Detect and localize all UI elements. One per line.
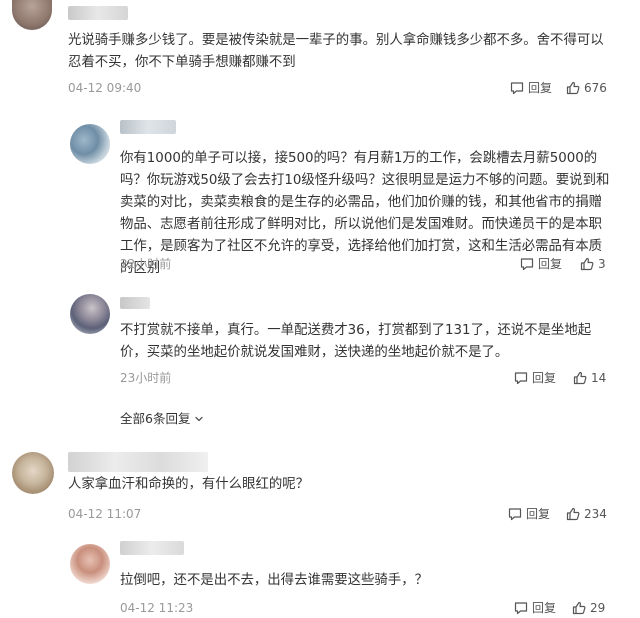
comment-text: 光说骑手赚多少钱了。要是被传染就是一辈子的事。别人拿命赚钱多少都不多。舍不得可以…: [68, 33, 604, 70]
all-replies-label: 全部6条回复: [120, 411, 191, 426]
avatar[interactable]: [12, 0, 52, 30]
like-count: 676: [584, 81, 607, 95]
username-blurred[interactable]: [68, 6, 128, 20]
reply-time: 04-12 11:23: [120, 601, 194, 615]
username-blurred[interactable]: [120, 541, 184, 555]
like-count: 3: [598, 257, 606, 271]
avatar[interactable]: [12, 452, 54, 494]
reply-label: 回复: [532, 601, 557, 615]
all-replies-link[interactable]: 全部6条回复: [120, 410, 204, 428]
reply-icon: [514, 372, 528, 385]
like-count: 234: [584, 507, 607, 521]
reply-time: 23小时前: [120, 371, 172, 385]
comment-time: 04-12 09:40: [68, 81, 142, 95]
reply-label: 回复: [528, 81, 553, 95]
thumbs-up-icon: [566, 81, 580, 95]
reply-button[interactable]: 回复: [520, 256, 562, 272]
reply-icon: [510, 82, 524, 95]
like-button[interactable]: 676: [566, 80, 607, 96]
username-blurred[interactable]: [68, 452, 208, 472]
thumbs-up-icon: [566, 507, 580, 521]
thumbs-up-icon: [573, 371, 587, 385]
like-button[interactable]: 234: [566, 506, 607, 522]
thumbs-up-icon: [572, 601, 586, 615]
reply-button[interactable]: 回复: [514, 600, 556, 616]
reply-icon: [514, 602, 528, 615]
reply-text: 不打赏就不接单，真行。一单配送费才36，打赏都到了131了，还说不是坐地起价，买…: [120, 323, 592, 360]
thumbs-up-icon: [580, 257, 594, 271]
reply-button[interactable]: 回复: [508, 506, 550, 522]
avatar[interactable]: [70, 124, 110, 164]
avatar[interactable]: [70, 544, 110, 584]
reply-time: 22小时前: [120, 257, 172, 271]
reply-button[interactable]: 回复: [510, 80, 552, 96]
like-button[interactable]: 3: [580, 256, 606, 272]
reply-icon: [520, 258, 534, 271]
reply-label: 回复: [526, 507, 551, 521]
reply-button[interactable]: 回复: [514, 370, 556, 386]
reply-icon: [508, 508, 522, 521]
chevron-down-icon: [195, 416, 204, 422]
comment-time: 04-12 11:07: [68, 507, 142, 521]
like-button[interactable]: 14: [573, 370, 606, 386]
like-button[interactable]: 29: [572, 600, 605, 616]
avatar[interactable]: [70, 294, 110, 334]
like-count: 14: [591, 371, 607, 385]
comment-text: 人家拿血汗和命换的，有什么眼红的呢？: [68, 477, 310, 492]
reply-label: 回复: [538, 257, 563, 271]
like-count: 29: [590, 601, 606, 615]
username-blurred[interactable]: [120, 297, 150, 309]
reply-text: 拉倒吧，还不是出不去，出得去谁需要这些骑手，？: [120, 573, 428, 588]
username-blurred[interactable]: [120, 120, 176, 134]
reply-label: 回复: [532, 371, 557, 385]
